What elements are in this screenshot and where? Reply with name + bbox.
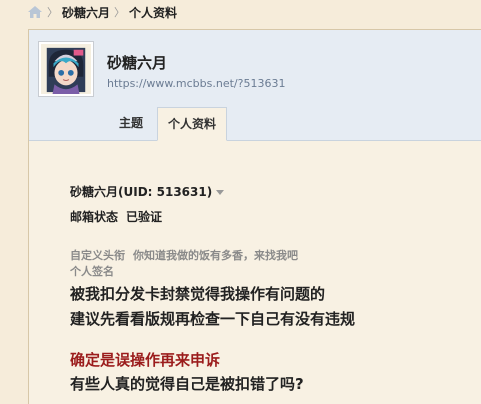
breadcrumb-separator: 〉 [47, 6, 58, 19]
email-status-value: 已验证 [126, 210, 163, 224]
breadcrumb: 〉 砂糖六月 〉 个人资料 [0, 0, 481, 24]
signature-label: 个人签名 [70, 265, 114, 278]
profile-panel: 砂糖六月 https://www.mcbbs.net/?513631 主题 个人… [28, 29, 481, 404]
tab-threads[interactable]: 主题 [109, 107, 153, 139]
profile-header: 砂糖六月 https://www.mcbbs.net/?513631 主题 个人… [29, 30, 481, 141]
custom-title-value: 你知道我做的饭有多香，来找我吧 [133, 249, 298, 262]
custom-title: 自定义头衔 你知道我做的饭有多香，来找我吧 [70, 247, 298, 263]
signature-line: 被我扣分发卡封禁觉得我操作有问题的 [70, 285, 326, 303]
uid-line[interactable]: 砂糖六月(UID: 513631) [70, 183, 225, 200]
tab-profile[interactable]: 个人资料 [157, 107, 228, 141]
email-status: 邮箱状态 已验证 [70, 208, 162, 225]
chevron-down-icon[interactable] [216, 190, 225, 195]
home-icon[interactable] [27, 5, 43, 19]
breadcrumb-separator: 〉 [114, 6, 126, 19]
profile-username: 砂糖六月 [107, 54, 168, 72]
signature-line: 有些人真的觉得自己是被扣错了吗? [70, 375, 304, 393]
profile-tabs: 主题 个人资料 [109, 107, 228, 141]
signature-line-highlight: 确定是误操作再来申诉 [70, 351, 221, 369]
breadcrumb-item-profile[interactable]: 个人资料 [129, 4, 177, 21]
anime-avatar-icon [41, 44, 91, 94]
profile-space-url[interactable]: https://www.mcbbs.net/?513631 [107, 77, 285, 90]
email-status-label: 邮箱状态 [70, 210, 119, 224]
breadcrumb-item-user[interactable]: 砂糖六月 [62, 4, 110, 21]
signature-line: 建议先看看版规再检查一下自己有没有违规 [70, 310, 356, 328]
avatar[interactable] [38, 41, 94, 97]
custom-title-label: 自定义头衔 [70, 249, 125, 262]
uid-text: 砂糖六月(UID: 513631) [70, 185, 213, 199]
